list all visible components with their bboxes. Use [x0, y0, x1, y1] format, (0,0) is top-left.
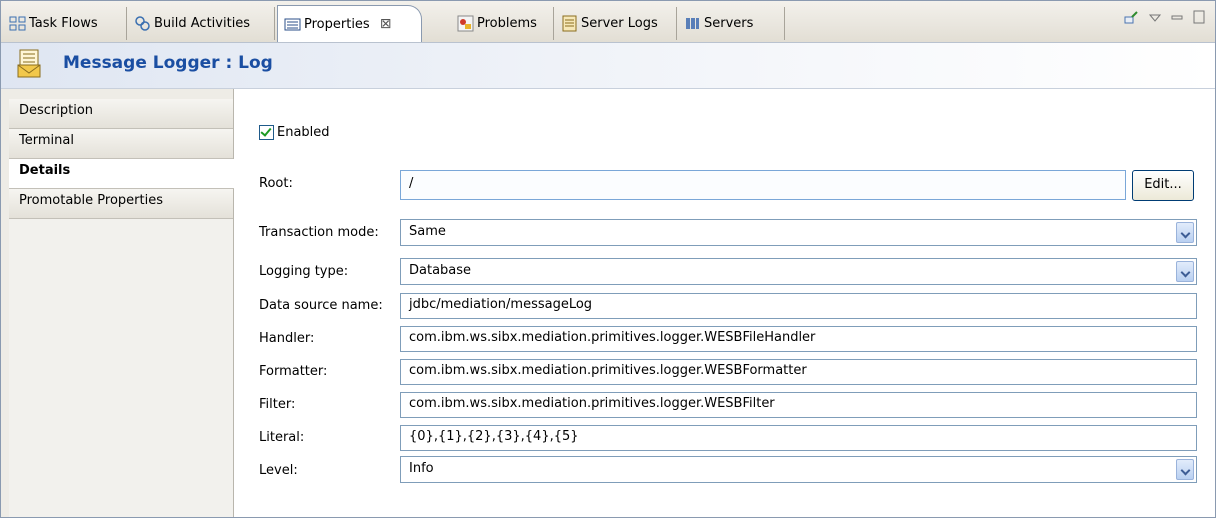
sidebar-item-terminal[interactable]: Terminal — [9, 129, 233, 159]
pin-view-icon[interactable] — [1123, 9, 1139, 28]
sidebar-item-details[interactable]: Details — [9, 159, 234, 189]
message-logger-icon — [17, 49, 43, 79]
sidebar-item-label: Description — [19, 103, 94, 118]
tab-server-logs[interactable]: Server Logs — [555, 7, 677, 40]
tab-problems[interactable]: Problems — [451, 7, 554, 40]
property-sections-nav: Description Terminal Details Promotable … — [1, 89, 234, 517]
transaction-mode-label: Transaction mode: — [259, 225, 379, 240]
level-value: Info — [409, 461, 434, 476]
tab-task-flows[interactable]: Task Flows — [3, 7, 127, 40]
logging-type-select[interactable]: Database — [400, 258, 1197, 285]
sidebar-item-label: Details — [19, 163, 71, 178]
data-source-name-label: Data source name: — [259, 298, 383, 313]
sidebar-item-promotable-properties[interactable]: Promotable Properties — [9, 189, 233, 219]
enabled-checkbox[interactable]: Enabled — [259, 125, 330, 140]
tab-servers[interactable]: Servers — [678, 7, 785, 40]
tab-label: Problems — [477, 16, 537, 31]
tab-label: Task Flows — [29, 16, 98, 31]
problems-icon — [457, 15, 474, 32]
server-logs-icon — [561, 15, 578, 32]
tab-label: Server Logs — [581, 16, 658, 31]
checkbox-checked-icon[interactable] — [259, 125, 274, 140]
logging-type-label: Logging type: — [259, 264, 349, 279]
sidebar-item-description[interactable]: Description — [9, 99, 233, 129]
tab-label: Properties — [304, 16, 370, 32]
filter-label: Filter: — [259, 397, 296, 412]
properties-header: Message Logger : Log — [1, 43, 1215, 89]
minimize-icon[interactable] — [1171, 12, 1183, 26]
chevron-down-icon[interactable] — [1176, 222, 1194, 243]
view-menu-icon[interactable] — [1148, 12, 1162, 26]
level-label: Level: — [259, 463, 298, 478]
tab-properties[interactable]: Properties ⊠ — [277, 5, 422, 42]
page-title: Message Logger : Log — [63, 53, 273, 73]
root-input[interactable]: / — [400, 170, 1126, 200]
edit-button[interactable]: Edit... — [1132, 170, 1194, 201]
logging-type-value: Database — [409, 263, 472, 278]
transaction-mode-select[interactable]: Same — [400, 219, 1197, 246]
handler-input[interactable]: com.ibm.ws.sibx.mediation.primitives.log… — [400, 326, 1197, 352]
view-tab-bar: Task Flows Build Activities Properties ⊠… — [1, 1, 1215, 43]
tab-label: Servers — [704, 16, 754, 31]
handler-label: Handler: — [259, 331, 315, 346]
properties-icon — [284, 16, 301, 33]
filter-input[interactable]: com.ibm.ws.sibx.mediation.primitives.log… — [400, 392, 1197, 418]
chevron-down-icon[interactable] — [1176, 261, 1194, 282]
formatter-label: Formatter: — [259, 364, 328, 379]
view-controls — [1123, 9, 1205, 28]
chevron-down-icon[interactable] — [1176, 459, 1194, 480]
literal-label: Literal: — [259, 430, 305, 445]
level-select[interactable]: Info — [400, 456, 1197, 483]
properties-view: Task Flows Build Activities Properties ⊠… — [0, 0, 1216, 518]
literal-input[interactable]: {0},{1},{2},{3},{4},{5} — [400, 425, 1197, 451]
root-label: Root: — [259, 176, 293, 191]
task-flows-icon — [9, 15, 26, 32]
build-activities-icon — [134, 15, 151, 32]
sidebar-item-label: Terminal — [19, 133, 74, 148]
maximize-icon[interactable] — [1193, 10, 1205, 27]
sidebar-item-label: Promotable Properties — [19, 193, 163, 208]
close-icon[interactable]: ⊠ — [380, 16, 392, 32]
formatter-input[interactable]: com.ibm.ws.sibx.mediation.primitives.log… — [400, 359, 1197, 385]
servers-icon — [684, 15, 701, 32]
enabled-label: Enabled — [277, 125, 330, 140]
tab-label: Build Activities — [154, 16, 251, 31]
transaction-mode-value: Same — [409, 224, 446, 239]
tab-build-activities[interactable]: Build Activities — [128, 7, 275, 40]
data-source-name-input[interactable]: jdbc/mediation/messageLog — [400, 293, 1197, 319]
